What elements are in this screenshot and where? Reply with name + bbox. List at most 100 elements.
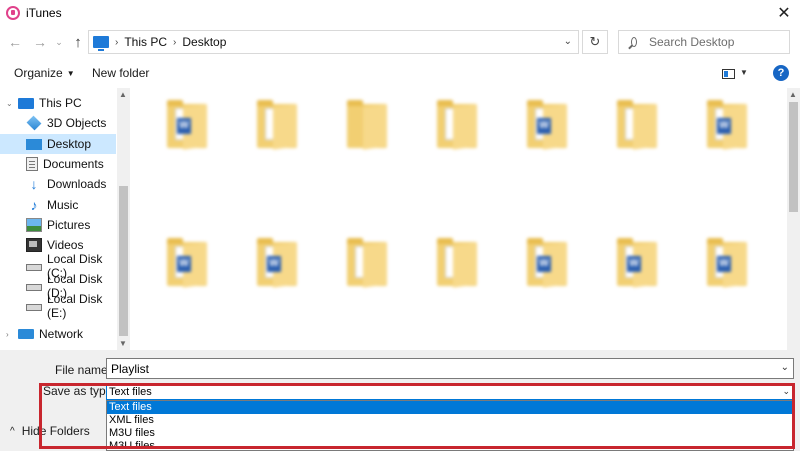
nav-item-label: This PC bbox=[39, 96, 82, 110]
nav-item-desktop[interactable]: Desktop bbox=[0, 134, 116, 154]
nav-item-label: Downloads bbox=[47, 177, 107, 191]
nav-item-3d-objects[interactable]: 3D Objects bbox=[0, 113, 116, 133]
folder-icon bbox=[347, 100, 387, 150]
documents-icon bbox=[26, 157, 38, 171]
option-text-files[interactable]: Text files bbox=[107, 401, 793, 414]
nav-item-local-disk-e[interactable]: Local Disk (E:) bbox=[0, 292, 116, 320]
file-list-scrollbar[interactable]: ▲ bbox=[787, 88, 800, 350]
help-icon[interactable]: ? bbox=[773, 65, 789, 81]
hide-folders-label: Hide Folders bbox=[21, 424, 90, 438]
breadcrumb-this-pc[interactable]: This PC bbox=[124, 35, 167, 49]
folder-item[interactable] bbox=[419, 226, 495, 350]
file-name-dropdown-chevron-icon[interactable]: ⌄ bbox=[781, 362, 789, 373]
address-row: ← → ⌄ ↑ › This PC › Desktop ⌄ ↻ bbox=[0, 28, 800, 56]
folder-icon: W bbox=[527, 238, 567, 288]
new-folder-button[interactable]: New folder bbox=[92, 66, 149, 80]
folder-item[interactable]: W bbox=[149, 226, 225, 350]
recent-locations-chevron-icon[interactable]: ⌄ bbox=[53, 32, 65, 52]
up-arrow-icon[interactable]: ↑ bbox=[68, 32, 88, 52]
option-xml-files[interactable]: XML files bbox=[107, 414, 793, 427]
address-dropdown-chevron-icon[interactable]: ⌄ bbox=[564, 36, 572, 47]
network-icon bbox=[18, 329, 34, 339]
folder-icon: W bbox=[257, 238, 297, 288]
select-dropdown-chevron-icon[interactable]: ⌄ bbox=[782, 386, 790, 397]
save-as-type-select[interactable]: Text files ⌄ bbox=[106, 383, 794, 400]
scrollbar-thumb[interactable] bbox=[119, 186, 128, 336]
option-m3u-files-2[interactable]: M3U files bbox=[107, 440, 793, 450]
scroll-up-arrow-icon[interactable]: ▲ bbox=[789, 90, 797, 99]
folder-icon bbox=[437, 100, 477, 150]
scrollbar-thumb[interactable] bbox=[789, 102, 798, 212]
folder-item[interactable]: W bbox=[599, 226, 675, 350]
scroll-down-arrow-icon[interactable]: ▼ bbox=[119, 339, 127, 348]
nav-item-label: Documents bbox=[43, 157, 104, 171]
this-pc-icon bbox=[93, 36, 109, 51]
nav-item-documents[interactable]: Documents bbox=[0, 154, 116, 174]
breadcrumb-desktop[interactable]: Desktop bbox=[182, 35, 226, 49]
address-bar[interactable]: › This PC › Desktop ⌄ bbox=[88, 30, 579, 54]
close-button[interactable]: ✕ bbox=[768, 0, 800, 26]
file-list-area[interactable]: W W W W W W W W bbox=[135, 88, 787, 350]
nav-item-music[interactable]: ♪ Music bbox=[0, 195, 116, 215]
search-input[interactable] bbox=[649, 35, 789, 49]
scroll-up-arrow-icon[interactable]: ▲ bbox=[119, 90, 127, 99]
nav-item-label: Pictures bbox=[47, 218, 91, 232]
folder-item[interactable]: W bbox=[689, 88, 765, 213]
view-options-icon[interactable] bbox=[722, 69, 735, 79]
folder-item[interactable]: W bbox=[509, 226, 585, 350]
folder-item[interactable] bbox=[419, 88, 495, 213]
window-title: iTunes bbox=[26, 6, 62, 20]
view-dropdown-caret-icon[interactable]: ▼ bbox=[740, 68, 748, 77]
save-as-type-value: Text files bbox=[109, 385, 152, 398]
folder-item[interactable]: W bbox=[149, 88, 225, 213]
save-as-type-label: Save as type: bbox=[43, 384, 116, 398]
folder-item[interactable]: W bbox=[239, 226, 315, 350]
back-arrow-icon[interactable]: ← bbox=[5, 32, 25, 52]
folder-item[interactable] bbox=[599, 88, 675, 213]
nav-item-label: Network bbox=[39, 327, 84, 341]
disk-drive-icon bbox=[26, 284, 42, 291]
disk-drive-icon bbox=[26, 304, 42, 311]
refresh-button[interactable]: ↻ bbox=[582, 30, 608, 54]
folder-icon: W bbox=[167, 238, 207, 288]
nav-item-pictures[interactable]: Pictures bbox=[0, 215, 116, 235]
option-m3u-files[interactable]: M3U files bbox=[107, 427, 793, 440]
nav-item-label: Music bbox=[47, 198, 79, 212]
folder-icon: W bbox=[527, 100, 567, 150]
folder-item[interactable] bbox=[329, 226, 405, 350]
file-name-input[interactable]: Playlist ⌄ bbox=[106, 358, 794, 379]
folder-item[interactable]: W bbox=[689, 226, 765, 350]
expanded-chevron-icon[interactable]: ⌄ bbox=[6, 99, 13, 108]
navigation-pane-scrollbar[interactable]: ▲ ▼ bbox=[117, 88, 130, 350]
folder-icon bbox=[617, 100, 657, 150]
organize-button[interactable]: Organize ▼ bbox=[14, 66, 75, 80]
folder-icon: W bbox=[707, 238, 747, 288]
nav-item-label: 3D Objects bbox=[47, 116, 107, 130]
folder-icon: W bbox=[167, 100, 207, 150]
folder-item[interactable] bbox=[239, 88, 315, 213]
save-as-type-options: Text files XML files M3U files M3U files bbox=[106, 400, 794, 451]
folder-icon bbox=[437, 238, 477, 288]
this-pc-icon bbox=[18, 97, 34, 109]
folder-icon bbox=[347, 238, 387, 288]
3d-objects-icon bbox=[26, 115, 42, 131]
folder-item[interactable] bbox=[329, 88, 405, 213]
forward-arrow-icon[interactable]: → bbox=[30, 32, 50, 52]
folder-icon: W bbox=[707, 100, 747, 150]
breadcrumb-separator-icon: › bbox=[173, 36, 177, 48]
nav-item-downloads[interactable]: ↓ Downloads bbox=[0, 174, 116, 194]
folder-icon: W bbox=[617, 238, 657, 288]
search-box[interactable] bbox=[618, 30, 790, 54]
file-name-value: Playlist bbox=[111, 361, 150, 376]
nav-item-network[interactable]: › Network bbox=[0, 324, 116, 344]
pictures-icon bbox=[26, 218, 42, 232]
nav-item-this-pc[interactable]: ⌄ This PC bbox=[0, 93, 116, 113]
hide-folders-button[interactable]: ^ Hide Folders bbox=[10, 424, 90, 438]
folder-item[interactable]: W bbox=[509, 88, 585, 213]
organize-label: Organize bbox=[14, 66, 63, 80]
nav-item-label: Desktop bbox=[47, 137, 92, 151]
collapsed-chevron-icon[interactable]: › bbox=[6, 330, 9, 339]
refresh-icon: ↻ bbox=[589, 34, 601, 49]
music-icon: ♪ bbox=[30, 197, 38, 213]
downloads-icon: ↓ bbox=[30, 176, 38, 192]
